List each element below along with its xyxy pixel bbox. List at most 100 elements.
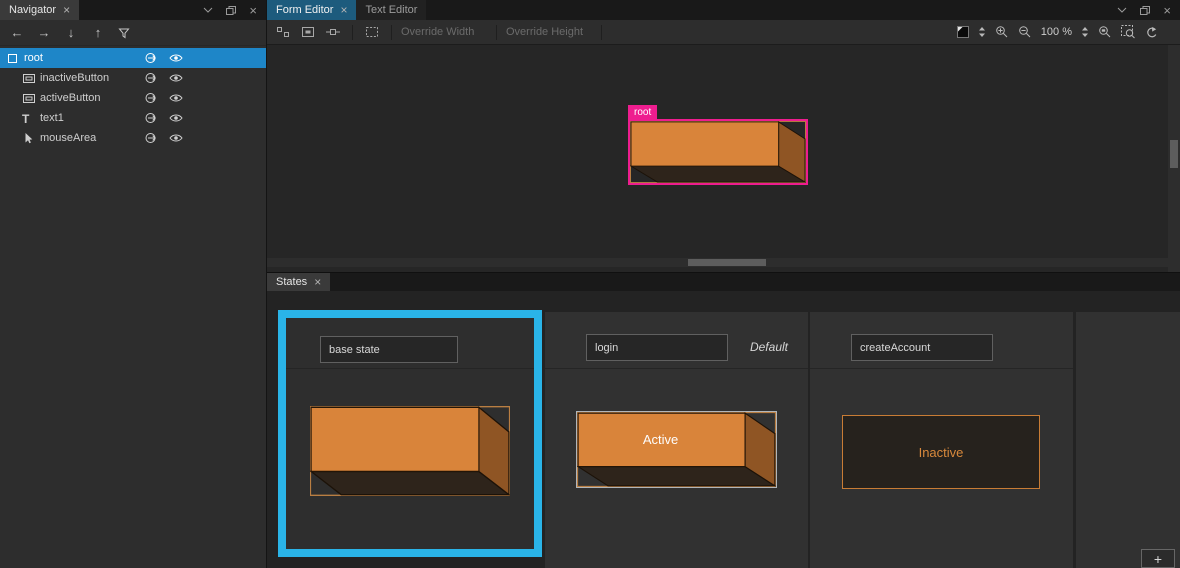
tree-item-text1[interactable]: T text1: [0, 108, 266, 128]
toolbar-separator: [496, 25, 497, 40]
visibility-eye-icon[interactable]: [169, 93, 183, 103]
float-panel-icon[interactable]: [225, 5, 237, 16]
state-thumbnail-login[interactable]: Active: [576, 411, 777, 488]
filter-icon[interactable]: [118, 27, 132, 39]
tab-form-editor[interactable]: Form Editor ×: [267, 0, 356, 20]
nav-back-icon[interactable]: ←: [10, 25, 24, 40]
close-panel-icon[interactable]: ×: [249, 3, 257, 18]
tab-navigator-close-icon[interactable]: ×: [63, 4, 70, 16]
close-panel-icon[interactable]: ×: [1163, 3, 1171, 18]
tab-navigator-label: Navigator: [9, 4, 56, 16]
state-name-field[interactable]: createAccount: [851, 334, 993, 361]
visibility-eye-icon[interactable]: [169, 133, 183, 143]
tab-navigator[interactable]: Navigator ×: [0, 0, 79, 20]
canvas-color-swatch[interactable]: [957, 26, 969, 38]
tree-item-label: mouseArea: [40, 132, 96, 144]
state-card-login[interactable]: login Default Active: [545, 312, 808, 568]
tab-form-editor-close-icon[interactable]: ×: [340, 4, 347, 16]
navigator-strip-icons: ×: [194, 0, 266, 20]
zoom-level-value[interactable]: 100 %: [1041, 26, 1072, 38]
toolbar-separator: [601, 25, 602, 40]
state-thumbnail-base[interactable]: [310, 406, 510, 496]
nav-move-down-icon[interactable]: ↓: [64, 25, 78, 40]
editor-tabstrip: Form Editor × Text Editor ×: [267, 0, 1180, 20]
editor-strip-icons: ×: [1108, 0, 1180, 20]
export-toggle-icon[interactable]: [144, 132, 158, 144]
form-editor-canvas[interactable]: root: [267, 45, 1180, 272]
canvas-vscrollbar[interactable]: [1168, 45, 1180, 272]
override-width-input[interactable]: [401, 26, 487, 38]
panel-menu-chevron-icon[interactable]: [1117, 7, 1127, 13]
zoom-out-icon[interactable]: [1018, 25, 1032, 39]
float-panel-icon[interactable]: [1139, 5, 1151, 16]
state-card-base-inner: base state: [286, 318, 534, 549]
zoom-selection-icon[interactable]: [1098, 25, 1112, 39]
tab-text-editor-label: Text Editor: [365, 4, 417, 16]
snap-with-anchors-icon[interactable]: [323, 26, 343, 38]
state-card-base-state[interactable]: base state: [278, 310, 542, 557]
tree-item-label: activeButton: [40, 92, 101, 104]
hscrollbar-thumb[interactable]: [688, 259, 766, 266]
tree-item-inactiveButton[interactable]: inactiveButton: [0, 68, 266, 88]
state-thumbnail-createAccount[interactable]: Inactive: [842, 415, 1040, 489]
export-toggle-icon[interactable]: [144, 92, 158, 104]
card-separator: [286, 368, 534, 369]
tree-item-label: text1: [40, 112, 64, 124]
selected-item-root[interactable]: root: [628, 119, 808, 185]
tree-item-activeButton[interactable]: activeButton: [0, 88, 266, 108]
tab-form-editor-label: Form Editor: [276, 4, 333, 16]
visibility-eye-icon[interactable]: [169, 113, 183, 123]
zoom-fit-icon[interactable]: [1121, 25, 1136, 39]
visibility-eye-icon[interactable]: [169, 53, 183, 63]
add-state-button[interactable]: +: [1141, 549, 1175, 568]
export-toggle-icon[interactable]: [144, 72, 158, 84]
zoom-in-icon[interactable]: [995, 25, 1009, 39]
tree-item-mouseArea[interactable]: mouseArea: [0, 128, 266, 148]
tree-item-root[interactable]: root: [0, 48, 266, 68]
tree-item-label: root: [24, 52, 43, 64]
state-card-createAccount[interactable]: createAccount Inactive: [810, 312, 1073, 568]
tree-item-label: inactiveButton: [40, 72, 109, 84]
canvas-hscrollbar[interactable]: [267, 258, 1168, 267]
form-editor-toolbar: 100 %: [267, 20, 1180, 45]
reset-view-icon[interactable]: [1145, 26, 1159, 39]
state-name-text: login: [595, 342, 618, 354]
states-strip: base state login Default: [267, 291, 1180, 568]
tab-states-label: States: [276, 276, 307, 288]
show-bounding-rects-icon[interactable]: [362, 26, 382, 38]
toolbar-separator: [391, 25, 392, 40]
navigator-panel: Navigator × × ← → ↓ ↑ root: [0, 0, 267, 568]
states-tabstrip: States ×: [267, 272, 1180, 291]
panel-menu-chevron-icon[interactable]: [203, 7, 213, 13]
state-name-field[interactable]: login: [586, 334, 728, 361]
root-button-graphic: [630, 121, 806, 183]
navigator-tabstrip: Navigator × ×: [0, 0, 266, 20]
nav-forward-icon[interactable]: →: [37, 25, 51, 40]
inactive-button-label: Inactive: [919, 445, 964, 460]
base-button-graphic: [310, 406, 510, 496]
border-image-icon: [22, 72, 36, 85]
swatch-stepper-icon[interactable]: [978, 26, 986, 38]
state-name-text: createAccount: [860, 342, 930, 354]
mouse-area-cursor-icon: [22, 132, 36, 145]
rectangle-item-icon: [6, 52, 20, 65]
export-toggle-icon[interactable]: [144, 52, 158, 64]
visibility-eye-icon[interactable]: [169, 73, 183, 83]
zoom-stepper-icon[interactable]: [1081, 26, 1089, 38]
tab-states-close-icon[interactable]: ×: [314, 276, 321, 288]
toolbar-separator: [352, 25, 353, 40]
state-name-field[interactable]: base state: [320, 336, 458, 363]
state-card-empty[interactable]: [1076, 312, 1180, 568]
no-snapping-icon[interactable]: [273, 26, 293, 38]
default-state-badge: Default: [750, 340, 788, 354]
export-toggle-icon[interactable]: [144, 112, 158, 124]
snap-to-parent-icon[interactable]: [298, 26, 318, 38]
navigator-toolbar: ← → ↓ ↑: [0, 20, 266, 46]
override-height-input[interactable]: [506, 26, 592, 38]
vscrollbar-thumb[interactable]: [1170, 140, 1178, 168]
tab-text-editor[interactable]: Text Editor: [356, 0, 426, 20]
tab-states[interactable]: States ×: [267, 273, 330, 291]
state-name-text: base state: [329, 344, 380, 356]
nav-move-up-icon[interactable]: ↑: [91, 25, 105, 40]
selection-label: root: [628, 105, 657, 121]
